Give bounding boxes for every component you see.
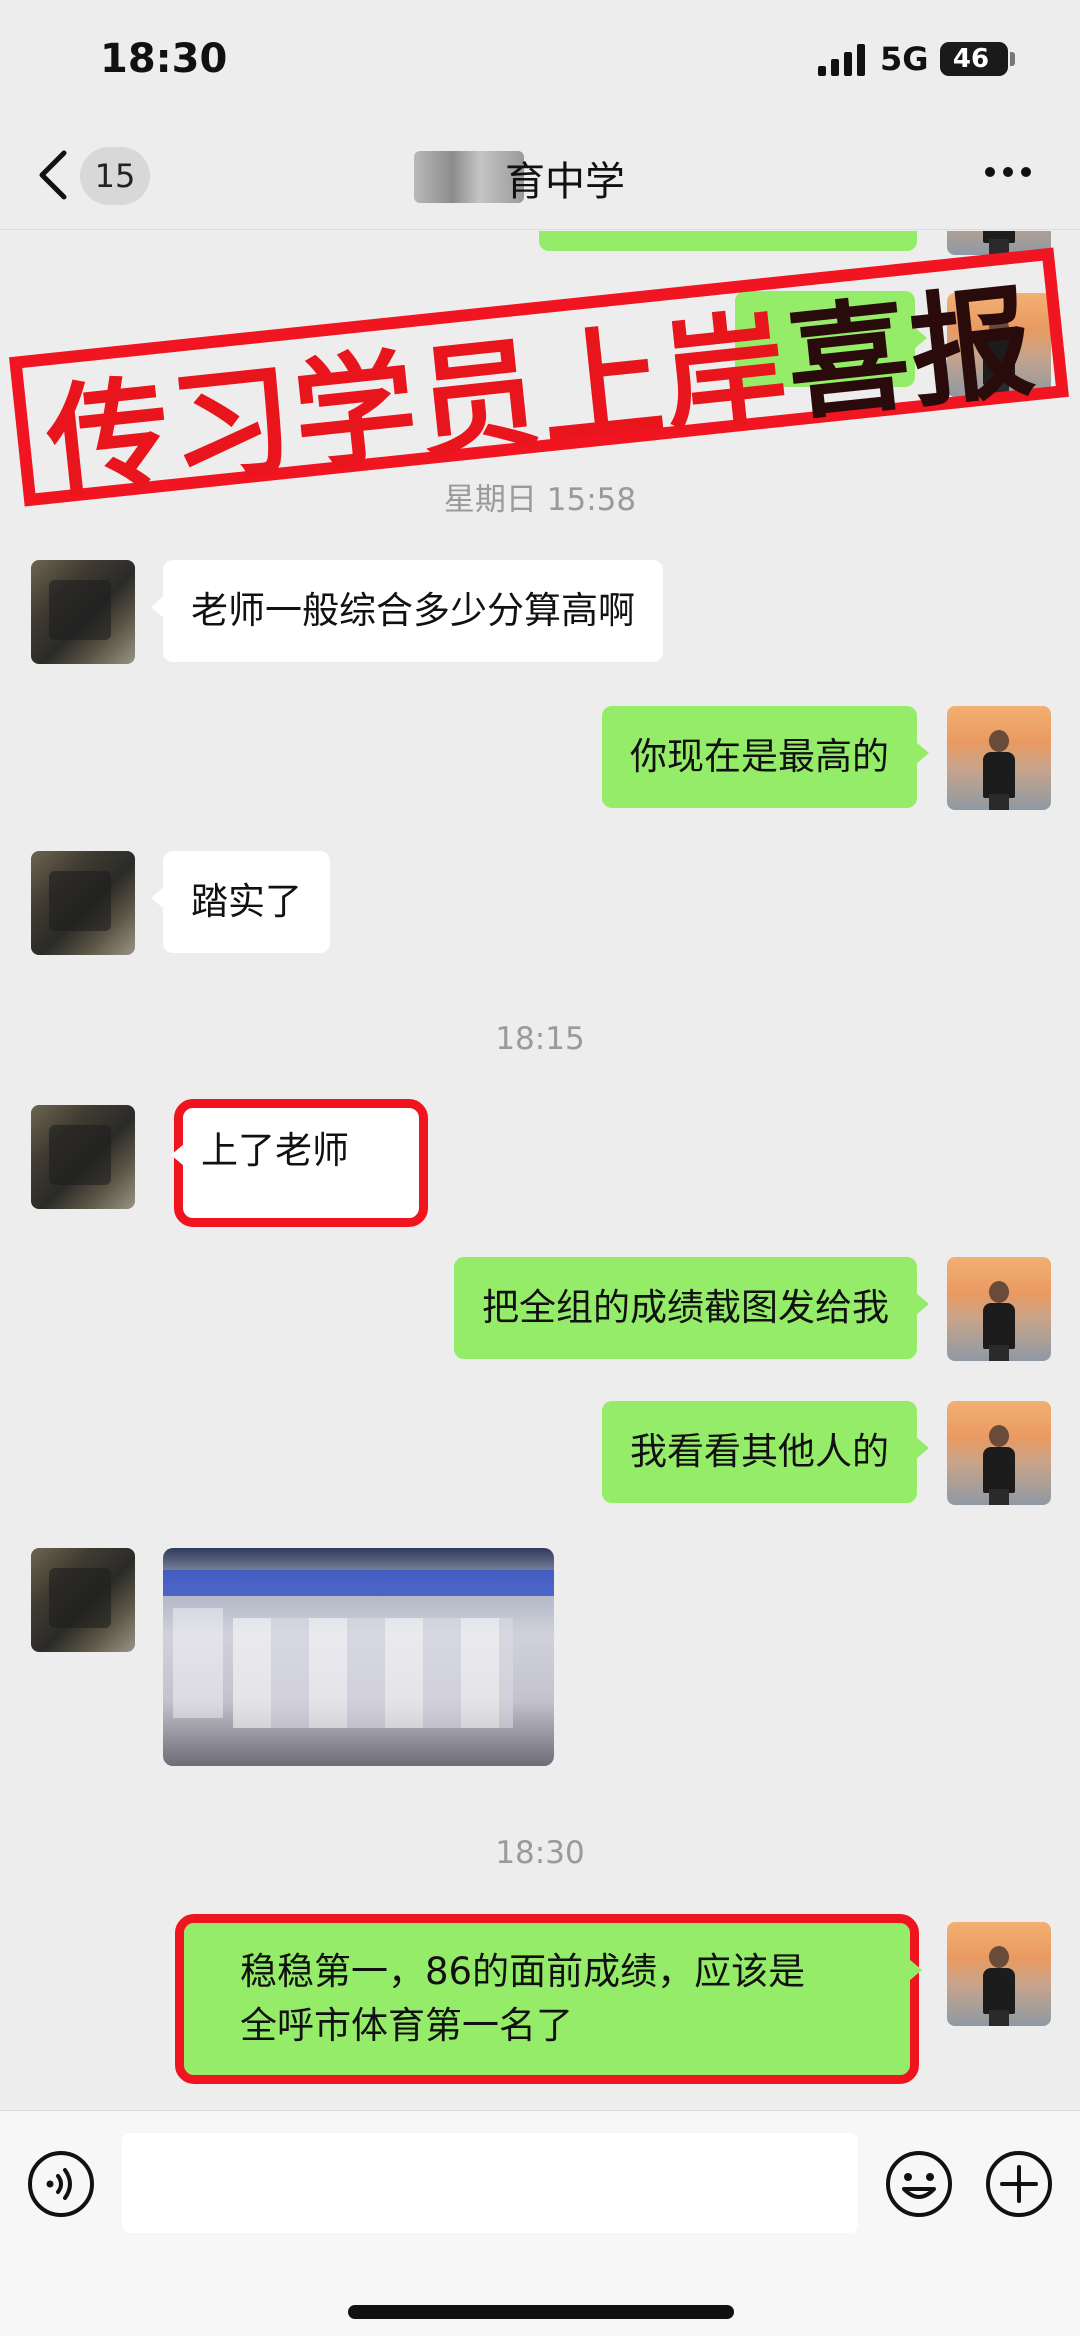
status-bar: 18:30 5G 46 (0, 0, 1080, 125)
status-time: 18:30 (100, 36, 228, 82)
battery-icon: 46 (940, 42, 1008, 76)
timestamp: 18:30 (495, 1835, 585, 1871)
message-bubble-highlighted[interactable]: 上了老师 (171, 1099, 428, 1227)
image-pixelated-area (233, 1618, 513, 1728)
contact-avatar[interactable] (31, 560, 135, 664)
timestamp: 18:15 (495, 1021, 585, 1057)
self-avatar[interactable] (947, 231, 1051, 255)
message-bubble-partial[interactable] (539, 231, 917, 251)
self-avatar[interactable] (947, 1401, 1051, 1505)
image-pixelated-area (173, 1608, 223, 1718)
message-bubble[interactable]: 老师一般综合多少分算高啊 (151, 560, 663, 662)
message-input-bar (0, 2110, 1080, 2336)
emoji-icon[interactable] (884, 2149, 954, 2219)
more-dots-icon[interactable] (984, 165, 1032, 179)
message-bubble[interactable]: 我看看其他人的 (602, 1401, 929, 1503)
contact-avatar[interactable] (31, 851, 135, 955)
message-bubble[interactable]: 你现在是最高的 (602, 706, 929, 808)
network-label: 5G (880, 40, 929, 78)
contact-avatar[interactable] (31, 1548, 135, 1652)
message-bubble[interactable]: 把全组的成绩截图发给我 (454, 1257, 929, 1359)
home-indicator (348, 2305, 734, 2319)
unread-count-badge[interactable]: 15 (80, 147, 150, 205)
self-avatar[interactable] (947, 1257, 1051, 1361)
timestamp: 星期日 15:58 (443, 482, 637, 518)
signal-icon (818, 44, 865, 76)
image-blue-header (163, 1570, 554, 1596)
battery-tip (1010, 52, 1015, 66)
contact-avatar[interactable] (31, 1105, 135, 1209)
self-avatar[interactable] (947, 293, 1051, 397)
message-bubble[interactable]: 踏实了 (151, 851, 330, 953)
screenshot-image-message[interactable] (163, 1548, 554, 1766)
chevron-left-icon[interactable] (38, 149, 68, 201)
self-avatar[interactable] (947, 706, 1051, 810)
chat-title: 育中学 (505, 159, 625, 205)
message-input[interactable] (122, 2133, 858, 2233)
chat-message-list[interactable]: 星期日 15:58 老师一般综合多少分算高啊 你现在是最高的 踏实了 18:15… (0, 231, 1080, 2111)
voice-icon[interactable] (26, 2149, 96, 2219)
message-bubble-partial[interactable] (735, 291, 927, 387)
message-bubble-highlighted[interactable]: 稳稳第一，86的面前成绩，应该是 全呼市体育第一名了 (175, 1914, 922, 2084)
plus-icon[interactable] (984, 2149, 1054, 2219)
battery-level: 46 (952, 44, 990, 74)
chat-header: 15 育中学 (0, 125, 1080, 230)
self-avatar[interactable] (947, 1922, 1051, 2026)
